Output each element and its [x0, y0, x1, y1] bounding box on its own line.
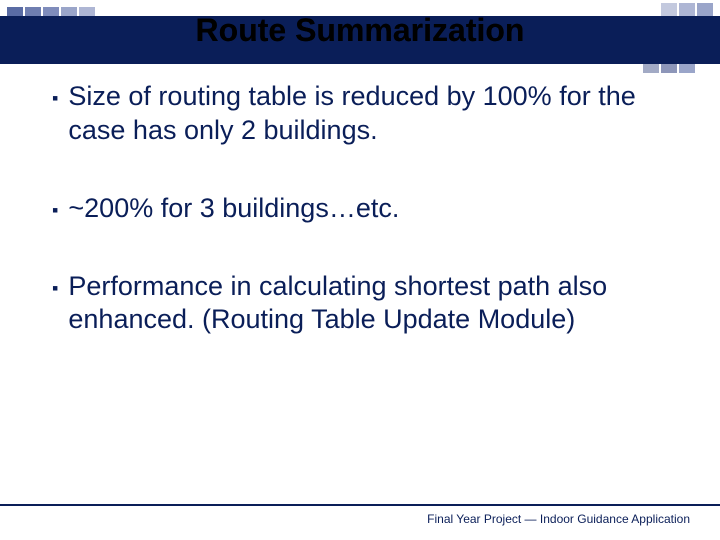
bullet-item: ▪ Size of routing table is reduced by 10… [52, 80, 680, 148]
bullet-icon: ▪ [52, 272, 58, 304]
bullet-icon: ▪ [52, 82, 58, 114]
bullet-text: ~200% for 3 buildings…etc. [68, 192, 399, 226]
slide-title: Route Summarization [0, 12, 720, 49]
bullet-item: ▪ ~200% for 3 buildings…etc. [52, 192, 680, 226]
bullet-text: Size of routing table is reduced by 100%… [68, 80, 680, 148]
bullet-text: Performance in calculating shortest path… [68, 270, 680, 338]
bullet-item: ▪ Performance in calculating shortest pa… [52, 270, 680, 338]
footer-text: Final Year Project — Indoor Guidance App… [427, 512, 690, 526]
footer-divider [0, 504, 720, 506]
slide-body: ▪ Size of routing table is reduced by 10… [52, 80, 680, 381]
bullet-icon: ▪ [52, 194, 58, 226]
